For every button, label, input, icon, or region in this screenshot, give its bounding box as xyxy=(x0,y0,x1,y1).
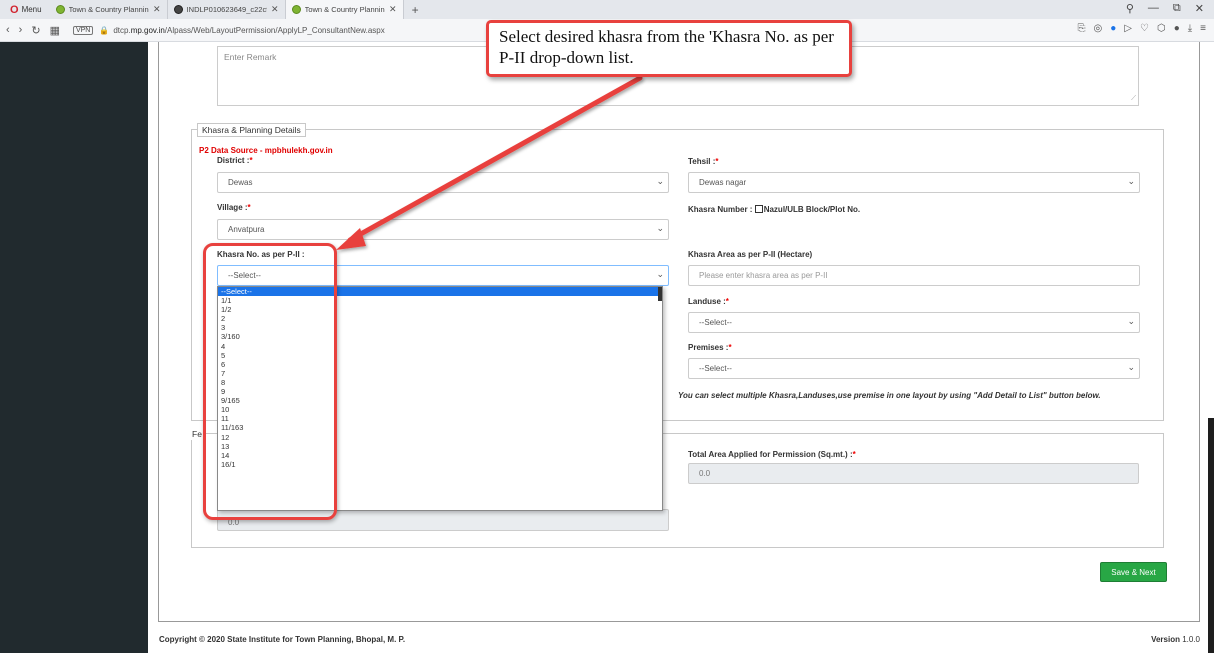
shield-icon[interactable]: ● xyxy=(1110,23,1116,34)
resize-grip-icon[interactable]: ⟋ xyxy=(1131,95,1136,103)
favicon-icon xyxy=(291,5,301,14)
speed-dial-icon[interactable]: ▦ xyxy=(50,24,60,37)
easy-setup-icon[interactable]: ≡ xyxy=(1200,23,1206,34)
search-icon[interactable]: ⚲ xyxy=(1126,2,1134,15)
annotation-highlight-box xyxy=(203,243,337,520)
landuse-select[interactable]: --Select-- ⌄ xyxy=(688,312,1140,333)
total-area-label: Total Area Applied for Permission (Sq.mt… xyxy=(688,450,856,459)
version-text: Version 1.0.0 xyxy=(1151,635,1200,644)
browser-tab-3[interactable]: Town & Country Planning ✕ xyxy=(285,0,404,19)
fee-legend: Fe xyxy=(190,428,204,440)
browser-tab-bar: O Menu Town & Country Planning ✕ INDLP01… xyxy=(0,0,1214,19)
tehsil-select[interactable]: Dewas nagar ⌄ xyxy=(688,172,1140,193)
sidebar-dark xyxy=(0,42,148,653)
chevron-down-icon: ⌄ xyxy=(1127,176,1135,186)
forward-icon[interactable]: › xyxy=(19,24,23,36)
khasra-number-label: Khasra Number : Nazul/ULB Block/Plot No. xyxy=(688,205,861,214)
save-next-button[interactable]: Save & Next xyxy=(1100,562,1167,582)
village-label: Village :* xyxy=(217,203,251,212)
reload-icon[interactable]: ↻ xyxy=(31,24,40,37)
district-select[interactable]: Dewas ⌄ xyxy=(217,172,669,193)
minimize-icon[interactable]: — xyxy=(1148,2,1159,15)
opera-logo-icon: O xyxy=(10,3,19,16)
close-icon[interactable]: ✕ xyxy=(389,4,397,15)
tehsil-label: Tehsil :* xyxy=(688,157,719,166)
globe-icon xyxy=(173,5,183,14)
multi-select-note: You can select multiple Khasra,Landuses,… xyxy=(678,391,1101,400)
nazul-checkbox[interactable] xyxy=(754,205,763,213)
window-controls: ⚲ — ⧉ ✕ xyxy=(1126,2,1204,15)
snapshot-icon[interactable]: ⎘ xyxy=(1078,23,1086,34)
data-source-label: P2 Data Source - mpbhulekh.gov.in xyxy=(199,146,333,155)
favicon-icon xyxy=(55,5,65,14)
tab-title: Town & Country Planning xyxy=(304,5,386,14)
tab-title: Town & Country Planning xyxy=(68,5,150,14)
chevron-down-icon: ⌄ xyxy=(656,176,664,186)
snap-icon[interactable]: ⧉ xyxy=(1173,2,1181,15)
khasra-area-input[interactable]: Please enter khasra area as per P-II xyxy=(688,265,1140,286)
url-field[interactable]: dtcp.mp.gov.in/Alpass/Web/LayoutPermissi… xyxy=(113,26,384,35)
close-icon[interactable]: ✕ xyxy=(153,4,161,15)
extensions-icon[interactable]: ⬡ xyxy=(1157,23,1166,34)
district-label: District :* xyxy=(217,156,253,165)
premises-label: Premises :* xyxy=(688,343,732,352)
chevron-down-icon: ⌄ xyxy=(656,269,664,279)
khasra-planning-legend: Khasra & Planning Details xyxy=(197,123,306,137)
heart-icon[interactable]: ♡ xyxy=(1140,23,1149,34)
total-area-input[interactable]: 0.0 xyxy=(688,463,1139,484)
annotation-callout: Select desired khasra from the 'Khasra N… xyxy=(486,20,852,77)
village-select[interactable]: Anvatpura ⌄ xyxy=(217,219,669,240)
menu-label: Menu xyxy=(21,5,42,14)
copyright-text: Copyright © 2020 State Institute for Tow… xyxy=(159,635,406,644)
tab-title: INDLP010623649_c22cf95 xyxy=(186,5,267,14)
page-footer: Copyright © 2020 State Institute for Tow… xyxy=(148,626,1214,653)
khasra-area-label: Khasra Area as per P-II (Hectare) xyxy=(688,250,813,259)
back-icon[interactable]: ‹ xyxy=(6,24,10,36)
flow-icon[interactable]: ▷ xyxy=(1124,23,1132,34)
lock-icon[interactable]: 🔒 xyxy=(99,26,109,35)
browser-tab-1[interactable]: Town & Country Planning ✕ xyxy=(50,0,168,19)
page-scrollbar[interactable] xyxy=(1208,418,1214,653)
browser-menu-button[interactable]: O Menu xyxy=(0,0,50,19)
browser-tab-2[interactable]: INDLP010623649_c22cf95 ✕ xyxy=(168,0,286,19)
close-window-icon[interactable]: ✕ xyxy=(1195,2,1204,15)
landuse-label: Landuse :* xyxy=(688,297,729,306)
chevron-down-icon: ⌄ xyxy=(1127,316,1135,326)
chevron-down-icon: ⌄ xyxy=(656,223,664,233)
dropdown-scrollbar[interactable] xyxy=(658,287,662,301)
download-icon[interactable]: ⤓ xyxy=(1188,23,1192,34)
close-icon[interactable]: ✕ xyxy=(271,4,279,15)
toolbar-icons: ⎘ ◎ ● ▷ ♡ ⬡ ● ⤓ ≡ xyxy=(1078,23,1207,34)
vpn-badge[interactable]: VPN xyxy=(72,25,94,35)
nazul-label: Nazul/ULB Block/Plot No. xyxy=(763,205,861,214)
premises-select[interactable]: --Select-- ⌄ xyxy=(688,358,1140,379)
profile-icon[interactable]: ● xyxy=(1174,23,1180,34)
remark-placeholder: Enter Remark xyxy=(224,52,277,62)
chevron-down-icon: ⌄ xyxy=(1127,362,1135,372)
new-tab-button[interactable]: + xyxy=(404,3,427,17)
camera-icon[interactable]: ◎ xyxy=(1094,23,1103,34)
